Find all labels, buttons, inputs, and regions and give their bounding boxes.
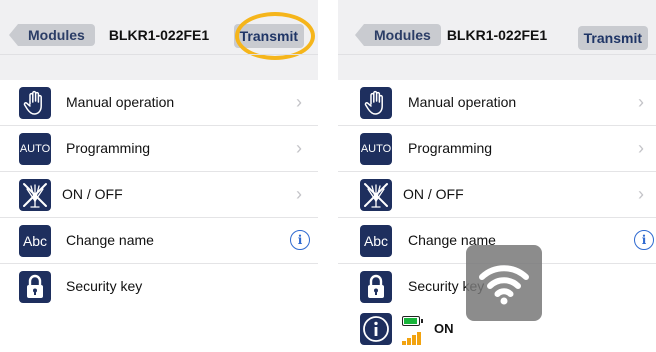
hand-icon: [360, 87, 392, 119]
signal-bar: [407, 338, 411, 345]
auto-icon: AUTO: [19, 133, 51, 165]
sprinkler-off-icon: [19, 179, 51, 211]
nav-bar: Modules BLKR1-022FE1 Transmit: [338, 0, 656, 80]
lock-icon: [360, 271, 392, 303]
auto-icon: AUTO: [360, 133, 392, 165]
chevron-right-icon: ›: [296, 138, 302, 158]
info-icon[interactable]: i: [634, 230, 654, 250]
wifi-transmitting-overlay: [466, 245, 542, 321]
chevron-right-icon: ›: [638, 138, 644, 158]
screen-left: Modules BLKR1-022FE1 Transmit Manual ope…: [0, 0, 318, 352]
wifi-icon: [479, 265, 529, 305]
battery-level-fill: [404, 318, 417, 324]
menu-item-label: ON / OFF: [403, 186, 464, 202]
menu-item-label: Programming: [66, 140, 151, 156]
menu-item-label: ON / OFF: [62, 186, 123, 202]
module-status-label: ON: [434, 321, 454, 336]
modules-back-button[interactable]: Modules: [9, 24, 95, 46]
chevron-right-icon: ›: [638, 184, 644, 204]
lock-icon: [19, 271, 51, 303]
hand-icon: [19, 87, 51, 119]
menu-item-label: Manual operation: [66, 94, 175, 110]
menu-item-manual-operation[interactable]: Manual operation ›: [0, 80, 318, 126]
menu-item-on-off[interactable]: ON / OFF ›: [338, 172, 656, 218]
menu-item-change-name[interactable]: Abc Change name i: [0, 218, 318, 264]
menu-item-label: Security key: [66, 278, 143, 294]
menu-list: Manual operation › AUTO Programming › ON…: [0, 80, 318, 309]
menu-item-programming[interactable]: AUTO Programming ›: [338, 126, 656, 172]
menu-item-label: Change name: [66, 232, 154, 248]
screen-right: Modules BLKR1-022FE1 Transmit Manual ope…: [338, 0, 656, 352]
transmit-button[interactable]: Transmit: [577, 26, 648, 50]
signal-bar: [417, 332, 421, 345]
info-icon[interactable]: i: [290, 230, 310, 250]
signal-bar: [412, 335, 416, 345]
menu-item-label: Programming: [408, 140, 493, 156]
signal-bar: [402, 341, 406, 345]
nav-divider: [0, 54, 318, 55]
transmit-highlight-ring: [235, 12, 315, 60]
menu-item-on-off[interactable]: ON / OFF ›: [0, 172, 318, 218]
menu-item-programming[interactable]: AUTO Programming ›: [0, 126, 318, 172]
menu-item-label: Manual operation: [408, 94, 517, 110]
nav-bar: Modules BLKR1-022FE1 Transmit: [0, 0, 318, 80]
menu-item-manual-operation[interactable]: Manual operation ›: [338, 80, 656, 126]
info-icon[interactable]: [360, 313, 392, 345]
battery-icon: [402, 316, 423, 326]
nav-divider: [338, 54, 656, 55]
menu-item-security-key[interactable]: Security key: [0, 264, 318, 309]
abc-icon: Abc: [19, 225, 51, 257]
chevron-right-icon: ›: [296, 184, 302, 204]
signal-strength-icon: [402, 331, 424, 345]
modules-back-button[interactable]: Modules: [355, 24, 441, 46]
sprinkler-off-icon: [360, 179, 392, 211]
chevron-right-icon: ›: [296, 92, 302, 112]
abc-icon: Abc: [360, 225, 392, 257]
chevron-right-icon: ›: [638, 92, 644, 112]
